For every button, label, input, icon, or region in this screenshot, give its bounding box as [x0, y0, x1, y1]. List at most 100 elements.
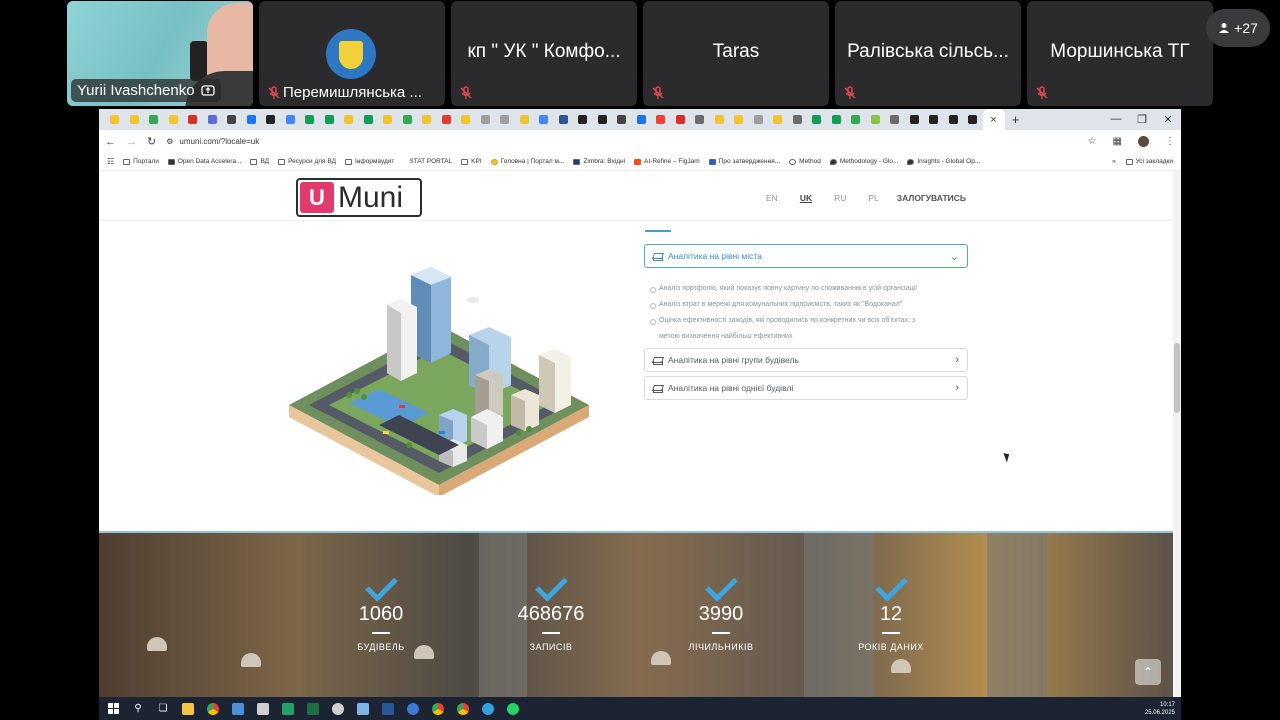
tab[interactable] — [573, 109, 593, 130]
chrome-icon[interactable] — [430, 701, 446, 717]
tab[interactable] — [827, 109, 847, 130]
tab[interactable] — [593, 109, 613, 130]
reload-icon[interactable]: ↻ — [147, 135, 156, 148]
bookmark-item[interactable]: ВД — [250, 158, 269, 165]
tab[interactable] — [554, 109, 574, 130]
maximize-icon[interactable]: ❐ — [1129, 113, 1155, 126]
tab[interactable] — [281, 109, 301, 130]
bookmark-item[interactable]: Ресурси для ВД — [278, 158, 336, 165]
bookmark-star-icon[interactable]: ☆ — [1088, 136, 1097, 147]
participant-tile[interactable]: Моршинська ТГ — [1027, 1, 1213, 106]
app-icon[interactable] — [355, 701, 371, 717]
bookmark-item[interactable]: Портали — [123, 158, 159, 165]
bookmark-item[interactable]: Інформаудит — [344, 158, 394, 165]
tab[interactable] — [242, 109, 262, 130]
lang-en[interactable]: EN — [766, 193, 778, 203]
word-icon[interactable] — [380, 701, 396, 717]
tab[interactable] — [203, 109, 223, 130]
back-icon[interactable]: ← — [105, 136, 116, 148]
tab[interactable] — [222, 109, 242, 130]
close-icon[interactable]: ✕ — [1155, 113, 1181, 126]
tab[interactable] — [729, 109, 749, 130]
tab[interactable] — [417, 109, 437, 130]
tab[interactable] — [125, 109, 145, 130]
tab[interactable] — [144, 109, 164, 130]
whatsapp-icon[interactable] — [505, 701, 521, 717]
extensions-icon[interactable]: ▦ — [1113, 136, 1122, 147]
bookmark-item[interactable]: Zimbra: Вхідні — [573, 158, 625, 165]
tab[interactable] — [768, 109, 788, 130]
tab[interactable] — [534, 109, 554, 130]
edge-icon[interactable] — [480, 701, 496, 717]
tab[interactable] — [671, 109, 691, 130]
tab[interactable] — [963, 109, 983, 130]
tab[interactable] — [710, 109, 730, 130]
tab[interactable] — [378, 109, 398, 130]
tab[interactable] — [866, 109, 886, 130]
lang-ru[interactable]: RU — [834, 193, 846, 203]
forward-icon[interactable]: → — [126, 136, 137, 148]
tab[interactable] — [398, 109, 418, 130]
app-icon[interactable] — [330, 701, 346, 717]
accordion-single-building-level[interactable]: Аналітика на рівні однієї будівлі › — [644, 376, 968, 400]
scroll-to-top-button[interactable]: ⌃ — [1135, 659, 1161, 685]
active-tab-close-button[interactable]: × — [982, 109, 1005, 130]
tab[interactable] — [632, 109, 652, 130]
app-icon[interactable] — [405, 701, 421, 717]
bookmark-item[interactable]: STAT PORTAL — [409, 158, 452, 165]
tab[interactable] — [515, 109, 535, 130]
tab[interactable] — [320, 109, 340, 130]
url-field[interactable]: ⚙ umuni.com/?locale=uk — [166, 137, 1077, 146]
bookmark-item[interactable]: Method — [789, 158, 821, 165]
file-explorer-icon[interactable] — [180, 701, 196, 717]
bookmark-item[interactable]: Methodology - Glo... — [829, 158, 898, 165]
tab[interactable] — [183, 109, 203, 130]
bookmark-item[interactable]: KPI — [461, 158, 482, 165]
tab[interactable] — [495, 109, 515, 130]
more-participants-button[interactable]: +27 — [1206, 9, 1270, 47]
app-icon[interactable] — [280, 701, 296, 717]
system-clock[interactable]: 10:17 25.06.2025 — [1145, 701, 1181, 717]
bookmark-item[interactable]: AI-Refine – FigJam — [634, 158, 700, 165]
tab[interactable] — [846, 109, 866, 130]
tab[interactable] — [690, 109, 710, 130]
tab[interactable] — [807, 109, 827, 130]
app-icon[interactable] — [255, 701, 271, 717]
tab[interactable] — [885, 109, 905, 130]
lang-pl[interactable]: PL — [868, 193, 878, 203]
site-info-icon[interactable]: ⚙ — [166, 137, 173, 146]
scrollbar-thumb[interactable] — [1174, 343, 1180, 413]
apps-grid-icon[interactable]: ☷ — [107, 157, 114, 166]
tab[interactable] — [437, 109, 457, 130]
chrome-icon[interactable] — [205, 701, 221, 717]
app-icon[interactable] — [230, 701, 246, 717]
tab[interactable] — [749, 109, 769, 130]
bookmark-item[interactable]: Insights - Global Op... — [907, 158, 980, 165]
tab[interactable] — [164, 109, 184, 130]
minimize-icon[interactable]: — — [1103, 113, 1129, 126]
bookmark-item[interactable]: Головна | Портал м... — [490, 158, 564, 165]
menu-icon[interactable]: ⋮ — [1165, 136, 1175, 147]
tab[interactable] — [476, 109, 496, 130]
participant-tile-video[interactable]: Yurii Ivashchenko — [67, 1, 253, 106]
accordion-city-level[interactable]: Аналітика на рівні міста ⌄ — [644, 244, 968, 268]
umuni-logo[interactable]: U Muni — [296, 178, 422, 217]
login-link[interactable]: ЗАЛОГУВАТИСЬ — [897, 193, 966, 203]
bookmark-item[interactable]: Open Data Accelera... — [167, 158, 241, 165]
tab[interactable] — [339, 109, 359, 130]
participant-tile[interactable]: кп " УК " Комфо... — [451, 1, 637, 106]
chrome-icon[interactable] — [455, 701, 471, 717]
participant-tile[interactable]: Перемишлянська ... — [259, 1, 445, 106]
tab[interactable] — [300, 109, 320, 130]
lang-uk[interactable]: UK — [800, 193, 812, 203]
excel-icon[interactable] — [305, 701, 321, 717]
participant-tile[interactable]: Ралівська сільсь... — [835, 1, 1021, 106]
tab[interactable] — [359, 109, 379, 130]
tab[interactable] — [261, 109, 281, 130]
participant-tile[interactable]: Taras — [643, 1, 829, 106]
profile-avatar[interactable] — [1138, 136, 1149, 147]
tab[interactable] — [924, 109, 944, 130]
task-view-icon[interactable]: ❏ — [155, 701, 171, 717]
bookmark-item[interactable]: Про затвердження... — [708, 158, 780, 165]
page-scrollbar[interactable] — [1173, 171, 1181, 697]
